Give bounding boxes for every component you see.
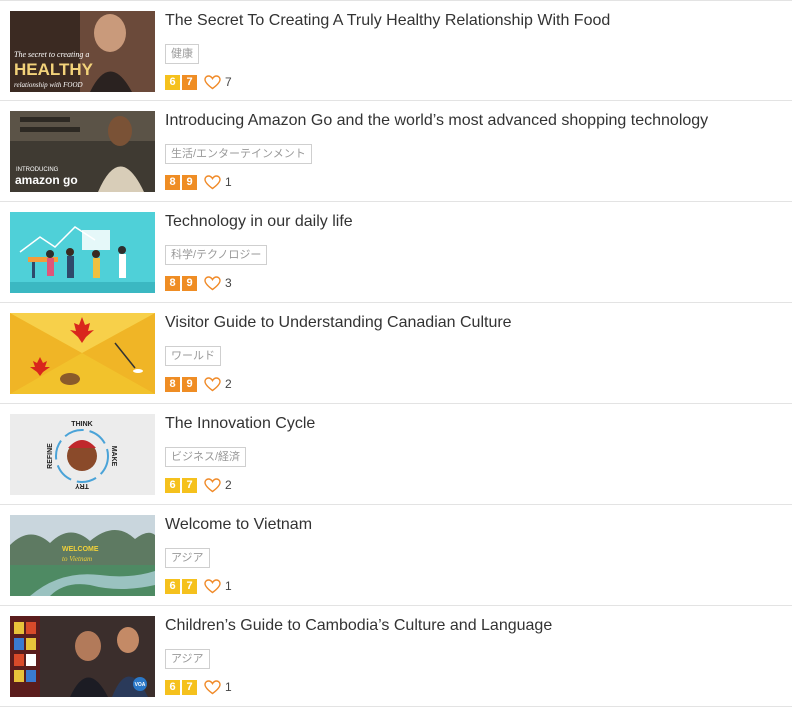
level-badge: 6 [165,477,180,493]
like-count: 3 [225,276,232,290]
category-tag[interactable]: 生活/エンターテインメント [165,144,312,164]
category-tag[interactable]: ワールド [165,346,221,366]
thumbnail-image [10,212,155,293]
thumbnail-image: THINK MAKE TRY REFINE [10,414,155,495]
video-thumbnail[interactable]: THINK MAKE TRY REFINE [10,414,155,495]
heart-icon[interactable] [204,74,221,90]
list-item[interactable]: INTRODUCING amazon go Introducing Amazon… [0,101,792,202]
video-meta: 6 7 7 [165,74,232,90]
video-title[interactable]: The Secret To Creating A Truly Healthy R… [165,11,610,31]
heart-icon[interactable] [204,376,221,392]
thumbnail-image: VOA [10,616,155,697]
level-badge: 8 [165,275,180,291]
thumb-text-line: MAKE [110,446,117,467]
like-count: 1 [225,680,232,694]
level-badge: 7 [182,679,197,695]
heart-icon[interactable] [204,578,221,594]
video-title[interactable]: The Innovation Cycle [165,414,315,434]
thumbnail-image [10,313,155,394]
video-thumbnail[interactable]: The secret to creating a HEALTHY relatio… [10,11,155,92]
list-item[interactable]: THINK MAKE TRY REFINE The Innovation Cyc… [0,404,792,505]
video-title[interactable]: Introducing Amazon Go and the world’s mo… [165,111,708,131]
list-item[interactable]: Technology in our daily life 科学/テクノロジー 8… [0,202,792,303]
heart-icon[interactable] [204,174,221,190]
video-title[interactable]: Children’s Guide to Cambodia’s Culture a… [165,616,552,636]
list-item[interactable]: The secret to creating a HEALTHY relatio… [0,0,792,101]
video-thumbnail[interactable]: INTRODUCING amazon go [10,111,155,192]
video-thumbnail[interactable] [10,313,155,394]
video-meta: 6 7 1 [165,679,232,695]
list-item[interactable]: Visitor Guide to Understanding Canadian … [0,303,792,404]
thumb-text-line: WELCOME [62,546,99,553]
category-tag[interactable]: ビジネス/経済 [165,447,247,467]
video-meta: 8 9 2 [165,376,232,392]
thumb-text-line: REFINE [47,443,54,469]
video-thumbnail[interactable]: VOA [10,616,155,697]
like-count: 1 [225,175,232,189]
level-badge: 7 [182,578,197,594]
video-thumbnail[interactable] [10,212,155,293]
level-badge: 9 [182,174,197,190]
thumb-text-line: HEALTHY [14,60,94,79]
thumb-text-line: TRY [75,482,89,489]
video-meta: 8 9 3 [165,275,232,291]
video-list: The secret to creating a HEALTHY relatio… [0,0,792,707]
like-count: 7 [225,75,232,89]
video-title[interactable]: Visitor Guide to Understanding Canadian … [165,313,512,333]
level-badge: 8 [165,174,180,190]
level-badge: 8 [165,376,180,392]
level-badge: 7 [182,477,197,493]
thumbnail-image: WELCOME to Vietnam [10,515,155,596]
level-badge: 7 [182,74,197,90]
thumbnail-image: INTRODUCING amazon go [10,111,155,192]
like-count: 2 [225,478,232,492]
thumb-text-line: THINK [71,421,92,428]
heart-icon[interactable] [204,477,221,493]
thumb-text-line: VOA [135,682,146,688]
level-badge: 6 [165,679,180,695]
video-title[interactable]: Welcome to Vietnam [165,515,312,535]
thumb-text-line: to Vietnam [62,555,92,563]
category-tag[interactable]: 健康 [165,44,199,64]
level-badge: 9 [182,275,197,291]
thumb-text-line: amazon go [15,173,78,187]
like-count: 1 [225,579,232,593]
list-item[interactable]: VOA Children’s Guide to Cambodia’s Cultu… [0,606,792,707]
video-meta: 6 7 1 [165,578,232,594]
level-badge: 9 [182,376,197,392]
level-badge: 6 [165,578,180,594]
thumb-text-line: The secret to creating a [14,50,89,59]
heart-icon[interactable] [204,275,221,291]
video-meta: 8 9 1 [165,174,232,190]
video-meta: 6 7 2 [165,477,232,493]
category-tag[interactable]: アジア [165,548,210,568]
video-title[interactable]: Technology in our daily life [165,212,353,232]
heart-icon[interactable] [204,679,221,695]
list-item[interactable]: WELCOME to Vietnam Welcome to Vietnam アジ… [0,505,792,606]
like-count: 2 [225,377,232,391]
category-tag[interactable]: アジア [165,649,210,669]
thumbnail-image: The secret to creating a HEALTHY relatio… [10,11,155,92]
category-tag[interactable]: 科学/テクノロジー [165,245,268,265]
thumb-text-line: relationship with FOOD [14,81,83,89]
video-thumbnail[interactable]: WELCOME to Vietnam [10,515,155,596]
level-badge: 6 [165,74,180,90]
